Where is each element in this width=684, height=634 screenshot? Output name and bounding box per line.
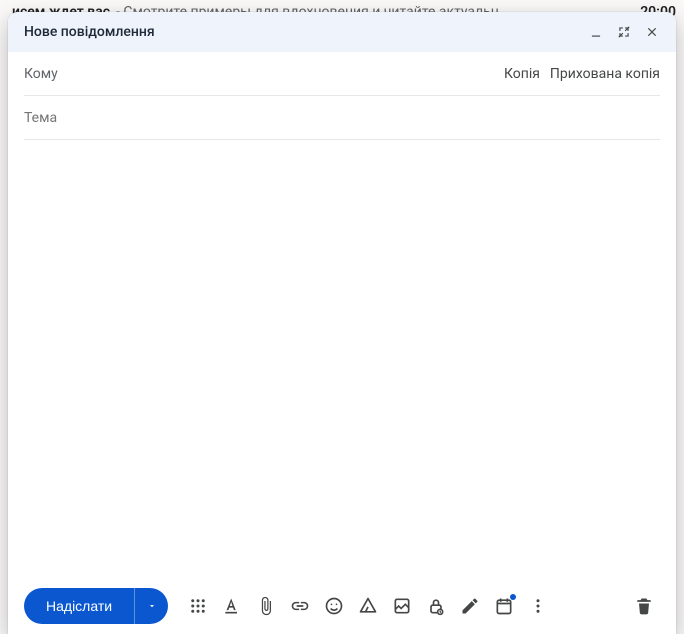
insert-link-icon[interactable] [284, 590, 316, 622]
formatting-icon[interactable] [216, 590, 248, 622]
bcc-button[interactable]: Прихована копія [550, 66, 660, 82]
confidential-mode-icon[interactable] [420, 590, 452, 622]
schedule-send-icon[interactable] [488, 590, 520, 622]
more-options-icon[interactable] [522, 590, 554, 622]
to-label: Кому [24, 66, 58, 82]
compose-toolbar: Надіслати [8, 578, 676, 634]
close-button[interactable] [638, 18, 666, 46]
send-button[interactable]: Надіслати [24, 588, 134, 624]
send-more-button[interactable] [134, 588, 168, 624]
insert-photo-icon[interactable] [386, 590, 418, 622]
insert-drive-icon[interactable] [352, 590, 384, 622]
compose-window: Нове повідомлення Кому Копія Прихована к… [8, 12, 676, 634]
to-input[interactable] [66, 52, 494, 95]
minimize-button[interactable] [582, 18, 610, 46]
to-field-row: Кому Копія Прихована копія [24, 52, 660, 96]
attach-file-icon[interactable] [250, 590, 282, 622]
subject-input[interactable] [24, 96, 660, 139]
subject-field-row [24, 96, 660, 140]
insert-signature-icon[interactable] [454, 590, 486, 622]
fullscreen-button[interactable] [610, 18, 638, 46]
apps-grid-icon[interactable] [182, 590, 214, 622]
compose-title: Нове повідомлення [24, 24, 582, 40]
discard-draft-icon[interactable] [628, 590, 660, 622]
cc-button[interactable]: Копія [504, 66, 540, 82]
compose-header: Нове повідомлення [8, 12, 676, 52]
send-group: Надіслати [24, 588, 168, 624]
insert-emoji-icon[interactable] [318, 590, 350, 622]
compose-body[interactable] [8, 140, 676, 578]
